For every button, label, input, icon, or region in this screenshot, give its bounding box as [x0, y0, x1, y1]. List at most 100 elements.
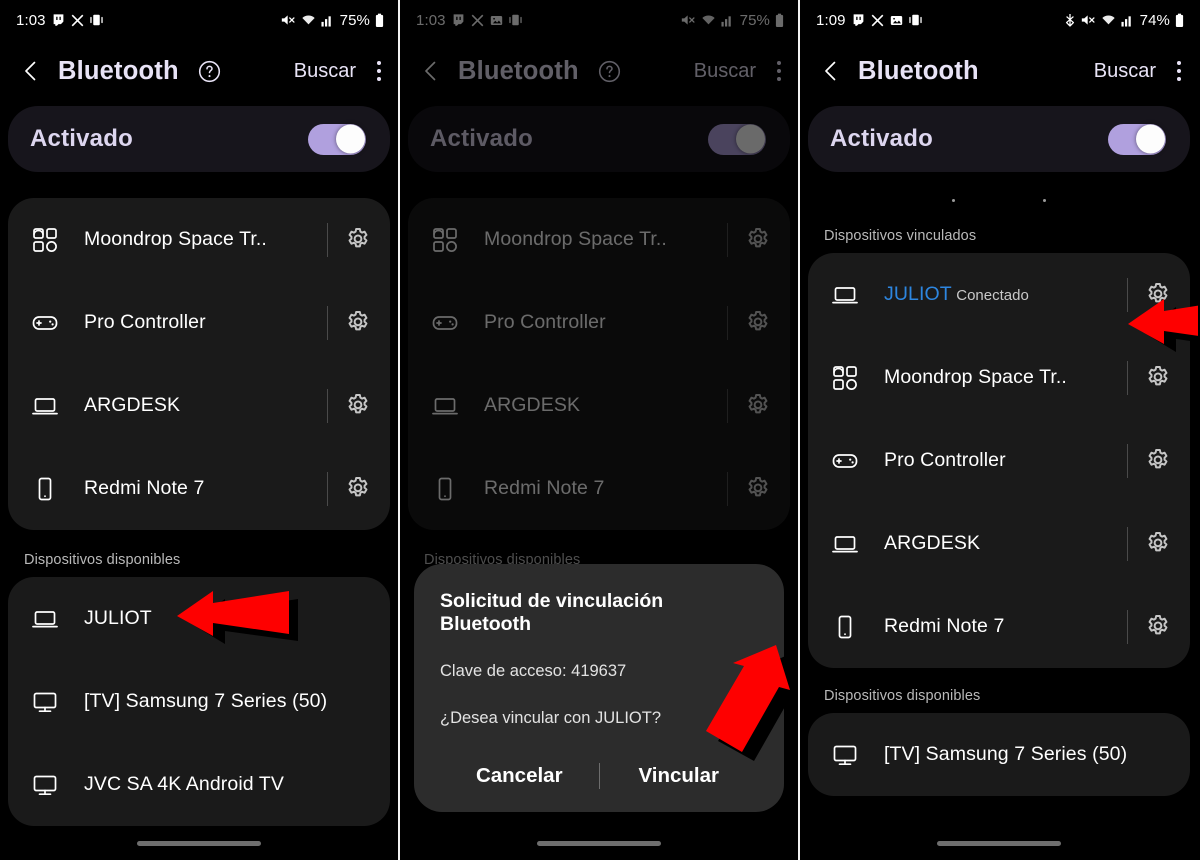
bluetooth-toggle-label: Activado: [430, 125, 533, 152]
x-icon: [871, 14, 884, 27]
gear-icon[interactable]: [744, 309, 772, 337]
earbuds-icon: [430, 225, 460, 255]
more-options-icon[interactable]: [1176, 61, 1182, 81]
list-item[interactable]: Redmi Note 7: [808, 585, 1190, 668]
back-chevron-icon[interactable]: [18, 58, 44, 84]
vibrate-mode-icon: [508, 13, 522, 27]
list-item-text: Moondrop Space Tr..: [84, 228, 327, 251]
section-header-available: Dispositivos disponibles: [24, 552, 181, 568]
gear-icon[interactable]: [1144, 447, 1172, 475]
list-item[interactable]: [TV] Samsung 7 Series (50): [8, 660, 390, 743]
device-status: Conectado: [956, 287, 1029, 304]
laptop-icon: [30, 391, 60, 421]
toggle-knob: [336, 124, 365, 154]
status-time: 1:03: [416, 11, 446, 29]
gear-icon[interactable]: [344, 309, 372, 337]
list-item[interactable]: [TV] Samsung 7 Series (50): [808, 713, 1190, 796]
back-chevron-icon[interactable]: [818, 58, 844, 84]
list-item[interactable]: JULIOT Conectado: [808, 253, 1190, 336]
list-item[interactable]: ARGDESK: [808, 502, 1190, 585]
cancel-button[interactable]: Cancelar: [440, 758, 599, 794]
phone-icon: [830, 612, 860, 642]
row-divider: [1127, 609, 1128, 644]
device-name: [TV] Samsung 7 Series (50): [84, 690, 328, 712]
search-button[interactable]: Buscar: [1094, 60, 1156, 83]
toggle-knob: [1136, 124, 1165, 154]
list-item[interactable]: Pro Controller: [8, 281, 390, 364]
search-button[interactable]: Buscar: [694, 60, 756, 83]
help-icon[interactable]: [197, 59, 222, 84]
list-item-text: Redmi Note 7: [884, 615, 1127, 638]
list-item[interactable]: Pro Controller: [808, 419, 1190, 502]
list-item[interactable]: Redmi Note 7: [408, 447, 790, 530]
panel-available-devices: 1:03 75% Bluetooth Buscar Activado Moond…: [0, 0, 398, 860]
paired-devices-card: JULIOT Conectado Moondrop Space Tr.. Pro…: [808, 253, 1190, 668]
more-options-icon[interactable]: [376, 61, 382, 81]
gear-icon[interactable]: [344, 475, 372, 503]
paired-devices-card: Moondrop Space Tr.. Pro Controller ARGDE…: [408, 198, 790, 530]
bluetooth-toggle-row[interactable]: Activado: [808, 106, 1190, 172]
twitch-icon: [852, 13, 865, 27]
gear-icon[interactable]: [1144, 364, 1172, 392]
search-button[interactable]: Buscar: [294, 60, 356, 83]
gear-icon[interactable]: [1144, 281, 1172, 309]
row-divider: [327, 388, 328, 423]
bluetooth-toggle-label: Activado: [30, 125, 133, 152]
cellular-signal-icon: [721, 14, 734, 27]
row-divider: [727, 388, 728, 423]
x-icon: [471, 14, 484, 27]
dialog-passkey: Clave de acceso: 419637: [440, 662, 627, 680]
list-item[interactable]: Moondrop Space Tr..: [408, 198, 790, 281]
x-icon: [71, 14, 84, 27]
wifi-icon: [701, 13, 716, 27]
page-title: Bluetooth: [58, 56, 179, 85]
gamepad-icon: [430, 308, 460, 338]
list-item-text: Redmi Note 7: [484, 477, 727, 500]
phone-icon: [430, 474, 460, 504]
gear-icon[interactable]: [344, 226, 372, 254]
panel-paired-devices: 1:09 74% Bluetooth Buscar Activado Dispo…: [800, 0, 1198, 860]
list-item[interactable]: ARGDESK: [408, 364, 790, 447]
earbuds-icon: [830, 363, 860, 393]
list-item-text: Moondrop Space Tr..: [884, 366, 1127, 389]
mute-icon: [681, 13, 696, 27]
device-name: Redmi Note 7: [884, 615, 1005, 637]
vibrate-mode-icon: [89, 13, 103, 27]
laptop-icon: [430, 391, 460, 421]
list-item[interactable]: JVC SA 4K Android TV: [8, 743, 390, 826]
gear-icon[interactable]: [1144, 613, 1172, 641]
bluetooth-toggle-row[interactable]: Activado: [8, 106, 390, 172]
photo-icon: [490, 14, 503, 27]
gear-icon[interactable]: [744, 226, 772, 254]
status-bar: 1:09 74%: [800, 0, 1198, 40]
bluetooth-toggle-switch[interactable]: [1108, 123, 1166, 155]
bluetooth-toggle-switch[interactable]: [308, 123, 366, 155]
list-item[interactable]: Pro Controller: [408, 281, 790, 364]
battery-icon: [1175, 13, 1184, 28]
list-item[interactable]: Moondrop Space Tr..: [808, 336, 1190, 419]
navigation-handle[interactable]: [0, 826, 398, 860]
help-icon[interactable]: [597, 59, 622, 84]
list-item[interactable]: Moondrop Space Tr..: [8, 198, 390, 281]
battery-icon: [375, 13, 384, 28]
app-bar: Bluetooth Buscar: [400, 40, 798, 102]
bluetooth-icon: [1064, 13, 1076, 27]
gear-icon[interactable]: [744, 475, 772, 503]
gear-icon[interactable]: [344, 392, 372, 420]
bluetooth-toggle-row[interactable]: Activado: [408, 106, 790, 172]
battery-percent: 75%: [739, 11, 770, 29]
navigation-handle[interactable]: [800, 826, 1198, 860]
list-item[interactable]: JULIOT: [8, 577, 390, 660]
gear-icon[interactable]: [744, 392, 772, 420]
gear-icon[interactable]: [1144, 530, 1172, 558]
pair-button[interactable]: Vincular: [600, 758, 759, 794]
navigation-handle[interactable]: [400, 826, 798, 860]
back-chevron-icon[interactable]: [418, 58, 444, 84]
bluetooth-toggle-switch[interactable]: [708, 123, 766, 155]
list-item[interactable]: Redmi Note 7: [8, 447, 390, 530]
more-options-icon[interactable]: [776, 61, 782, 81]
device-name: Redmi Note 7: [84, 477, 205, 499]
list-item-text: ARGDESK: [484, 394, 727, 417]
device-name: ARGDESK: [484, 394, 581, 416]
list-item[interactable]: ARGDESK: [8, 364, 390, 447]
